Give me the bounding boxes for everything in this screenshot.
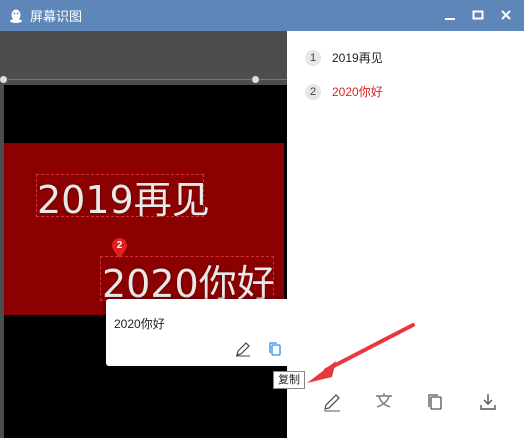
selection-handle[interactable] [251, 75, 260, 84]
close-icon [501, 10, 511, 20]
recognized-text-line-1: 2019再见 [37, 178, 210, 222]
copy-all-button[interactable] [423, 390, 447, 414]
edit-icon [324, 394, 340, 412]
copy-tooltip: 复制 [273, 371, 305, 389]
result-text: 2020你好 [332, 85, 383, 99]
screenshot-canvas[interactable]: 2019再见 2020你好 2 [0, 31, 287, 438]
marker-pin[interactable]: 2 [112, 238, 127, 258]
popup-edit-button[interactable] [234, 340, 252, 358]
results-toolbar [287, 384, 524, 424]
edit-icon [236, 342, 250, 357]
download-icon [480, 394, 496, 410]
result-item[interactable]: 2 2020你好 [305, 83, 383, 100]
result-text: 2019再见 [332, 51, 383, 65]
edit-all-button[interactable] [320, 390, 344, 414]
minimize-icon [445, 18, 455, 20]
qq-penguin-icon [8, 8, 24, 24]
result-index-badge: 1 [305, 49, 321, 66]
result-index-badge: 2 [305, 83, 321, 100]
selection-handle[interactable] [0, 75, 8, 84]
selection-top-edge [0, 79, 287, 80]
popup-copy-button[interactable] [266, 340, 284, 358]
copy-icon [428, 394, 442, 410]
minimize-button[interactable] [442, 6, 458, 24]
marker-pin-number: 2 [116, 240, 123, 251]
results-panel: 1 2019再见 2 2020你好 [287, 31, 524, 438]
window-title: 屏幕识图 [30, 9, 83, 24]
translate-icon [376, 393, 392, 408]
maximize-icon [472, 10, 484, 20]
title-bar: 屏幕识图 [0, 0, 524, 31]
translate-all-button[interactable] [372, 390, 396, 414]
close-button[interactable] [498, 6, 514, 24]
copy-icon [269, 342, 281, 356]
popup-recognized-text[interactable]: 2020你好 [114, 315, 165, 332]
download-button[interactable] [476, 390, 500, 414]
result-item[interactable]: 1 2019再见 [305, 49, 383, 66]
maximize-button[interactable] [470, 6, 486, 24]
